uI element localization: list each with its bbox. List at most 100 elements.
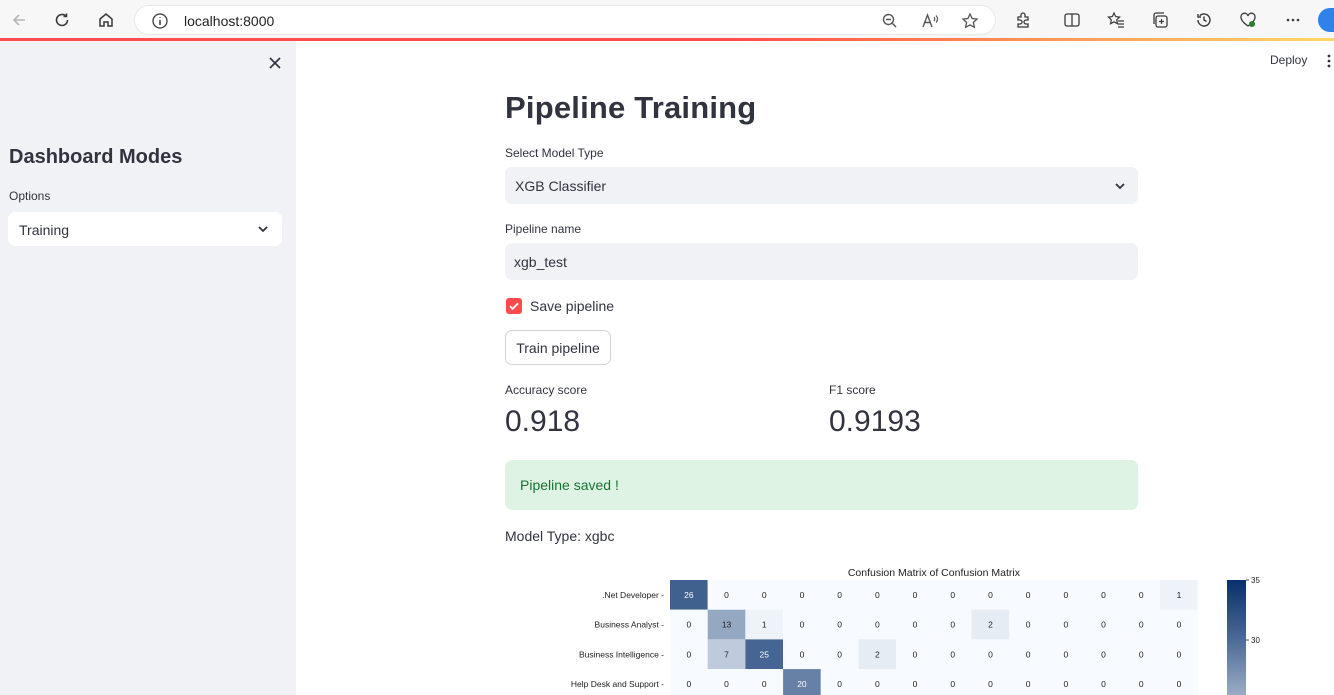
browser-toolbar: localhost:8000 bbox=[0, 0, 1334, 40]
pipeline-name-label: Pipeline name bbox=[505, 222, 582, 236]
cell-value: 0 bbox=[800, 620, 805, 630]
cell-value: 0 bbox=[1139, 590, 1144, 600]
cell-value: 0 bbox=[950, 590, 955, 600]
browser-essentials-icon[interactable] bbox=[1237, 9, 1259, 31]
cell-value: 0 bbox=[875, 679, 880, 689]
accuracy-label: Accuracy score bbox=[505, 383, 588, 397]
cell-value: 0 bbox=[913, 620, 918, 630]
cell-value: 0 bbox=[875, 620, 880, 630]
confusion-matrix-chart: Confusion Matrix of Confusion Matrix .Net… bbox=[560, 563, 1280, 695]
close-icon[interactable] bbox=[265, 53, 285, 73]
success-message: Pipeline saved ! bbox=[520, 477, 619, 493]
cell-value: 0 bbox=[800, 590, 805, 600]
cell-value: 0 bbox=[686, 620, 691, 630]
cell-value: 0 bbox=[1026, 590, 1031, 600]
mode-select-value: Training bbox=[19, 222, 70, 238]
row-label: Help Desk and Support - bbox=[571, 679, 664, 689]
zoom-out-icon[interactable] bbox=[881, 12, 899, 30]
cell-value: 2 bbox=[988, 620, 993, 630]
confusion-matrix-svg: Confusion Matrix of Confusion Matrix .Net… bbox=[571, 567, 1260, 695]
address-bar[interactable]: localhost:8000 bbox=[134, 5, 996, 35]
cell-value: 0 bbox=[988, 649, 993, 659]
cell-value: 0 bbox=[800, 649, 805, 659]
cell-value: 0 bbox=[1063, 590, 1068, 600]
cell-value: 0 bbox=[837, 649, 842, 659]
cell-value: 0 bbox=[950, 649, 955, 659]
train-pipeline-button[interactable]: Train pipeline bbox=[505, 330, 611, 365]
f1-label: F1 score bbox=[829, 383, 876, 397]
model-type-label: Select Model Type bbox=[505, 146, 604, 160]
cell-value: 0 bbox=[1177, 649, 1182, 659]
cell-value: 25 bbox=[760, 649, 770, 659]
cell-value: 0 bbox=[1139, 620, 1144, 630]
sidebar-title: Dashboard Modes bbox=[9, 146, 183, 168]
cell-value: 0 bbox=[1026, 620, 1031, 630]
cell-value: 0 bbox=[837, 620, 842, 630]
save-pipeline-checkbox[interactable] bbox=[506, 298, 522, 314]
cell-value: 13 bbox=[722, 620, 732, 630]
cell-value: 0 bbox=[913, 649, 918, 659]
cell-value: 0 bbox=[950, 620, 955, 630]
pipeline-name-value[interactable]: xgb_test bbox=[514, 254, 567, 270]
chevron-down-icon[interactable] bbox=[1113, 179, 1127, 193]
cell-value: 0 bbox=[1063, 620, 1068, 630]
cell-value: 0 bbox=[1139, 679, 1144, 689]
pipeline-name-input[interactable]: xgb_test bbox=[505, 243, 1138, 280]
cell-value: 0 bbox=[950, 679, 955, 689]
favorites-icon[interactable] bbox=[1105, 9, 1127, 31]
cell-value: 7 bbox=[724, 649, 729, 659]
refresh-icon[interactable] bbox=[51, 9, 73, 31]
read-aloud-icon[interactable] bbox=[921, 12, 939, 30]
cell-value: 0 bbox=[686, 649, 691, 659]
cell-value: 0 bbox=[913, 679, 918, 689]
page-title: Pipeline Training bbox=[505, 90, 757, 125]
copilot-icon[interactable] bbox=[1318, 8, 1334, 32]
cell-value: 0 bbox=[988, 679, 993, 689]
cell-value: 20 bbox=[797, 679, 807, 689]
model-type-select-value: XGB Classifier bbox=[515, 178, 607, 194]
cell-value: 0 bbox=[686, 679, 691, 689]
cell-value: 0 bbox=[724, 679, 729, 689]
main-menu-icon[interactable] bbox=[1325, 53, 1333, 69]
collections-icon[interactable] bbox=[1149, 9, 1171, 31]
cell-value: 0 bbox=[1139, 649, 1144, 659]
extensions-icon[interactable] bbox=[1012, 9, 1034, 31]
info-icon[interactable] bbox=[151, 12, 169, 30]
cell-value: 0 bbox=[837, 679, 842, 689]
more-options-icon[interactable] bbox=[1282, 9, 1304, 31]
favorite-star-icon[interactable] bbox=[961, 12, 979, 30]
cell-value: 0 bbox=[1026, 649, 1031, 659]
f1-value: 0.9193 bbox=[829, 405, 921, 438]
row-label: Business Analyst - bbox=[595, 620, 665, 630]
cell-value: 0 bbox=[1063, 649, 1068, 659]
cell-value: 0 bbox=[1026, 679, 1031, 689]
mode-select[interactable]: Training bbox=[8, 212, 282, 246]
cell-value: 1 bbox=[762, 620, 767, 630]
home-icon[interactable] bbox=[95, 9, 117, 31]
cell-value: 0 bbox=[875, 590, 880, 600]
chart-title: Confusion Matrix of Confusion Matrix bbox=[848, 567, 1021, 579]
colorbar-tick-label: 35 bbox=[1251, 576, 1260, 585]
url-text[interactable]: localhost:8000 bbox=[184, 13, 274, 29]
cell-value: 0 bbox=[1101, 679, 1106, 689]
split-screen-icon[interactable] bbox=[1061, 9, 1083, 31]
row-label: Business Intelligence - bbox=[579, 649, 664, 659]
cell-value: 0 bbox=[988, 590, 993, 600]
deploy-button[interactable]: Deploy bbox=[1270, 53, 1307, 67]
cell-value: 2 bbox=[875, 649, 880, 659]
cell-value: 0 bbox=[724, 590, 729, 600]
cell-value: 0 bbox=[1101, 649, 1106, 659]
save-pipeline-label[interactable]: Save pipeline bbox=[530, 298, 614, 314]
colorbar bbox=[1227, 580, 1246, 695]
cell-value: 0 bbox=[1177, 679, 1182, 689]
history-icon[interactable] bbox=[1193, 9, 1215, 31]
cell-value: 0 bbox=[1101, 620, 1106, 630]
chevron-down-icon[interactable] bbox=[256, 222, 270, 236]
cell-value: 0 bbox=[1177, 620, 1182, 630]
sidebar: Dashboard Modes Options Training bbox=[0, 41, 296, 695]
options-label: Options bbox=[9, 189, 51, 203]
model-type-text: Model Type: xgbc bbox=[505, 528, 615, 544]
accuracy-value: 0.918 bbox=[505, 405, 581, 438]
model-type-select[interactable]: XGB Classifier bbox=[505, 167, 1138, 204]
back-icon[interactable] bbox=[8, 9, 30, 31]
